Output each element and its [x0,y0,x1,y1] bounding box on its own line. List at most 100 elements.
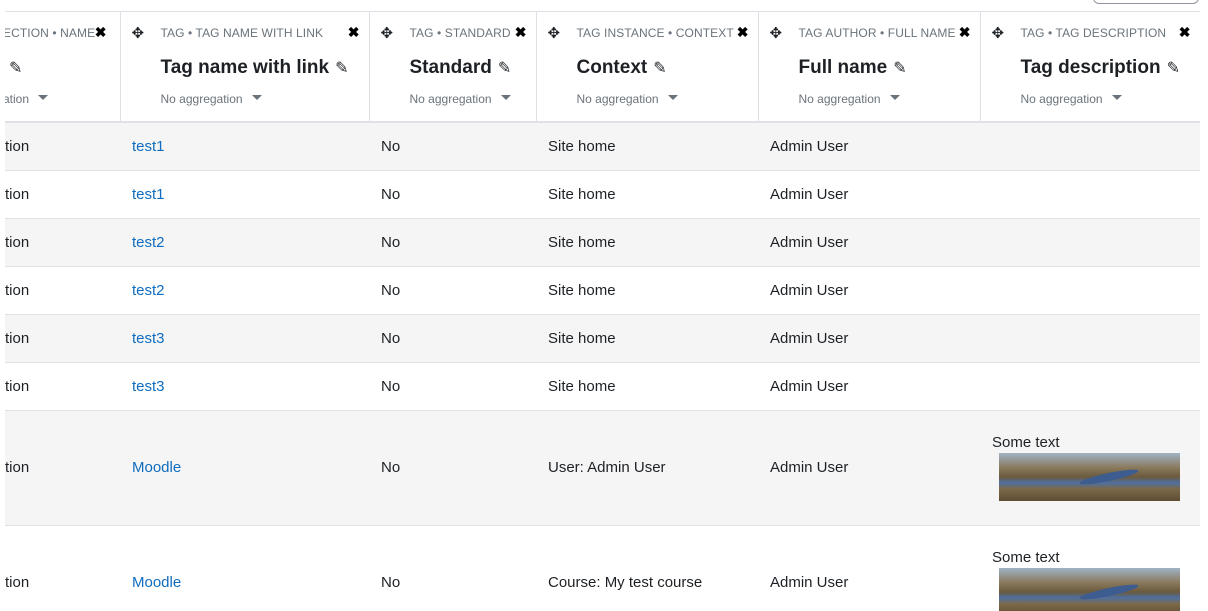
cell-context: Site home [536,362,758,411]
close-icon[interactable]: ✖ [348,25,360,39]
cell-section: tion [5,314,120,363]
cell-description: Some text [980,410,1200,526]
header-row: ECTION • NAME ✖ ✎ ation ✥ TAG • TAG NAME… [5,11,1200,123]
column-title[interactable]: Standard ✎ [410,57,512,79]
caret-down-icon [500,95,511,101]
cell-author: Admin User [758,362,980,411]
pencil-icon[interactable]: ✎ [498,60,511,77]
column-title-text: Context [576,57,648,78]
cell-tag: test1 [120,170,369,219]
close-icon[interactable]: ✖ [737,25,749,39]
column-title[interactable]: Tag name with link ✎ [161,57,349,79]
pencil-icon[interactable]: ✎ [1167,60,1180,77]
arrows-move-icon[interactable]: ✥ [992,26,1005,41]
pencil-icon[interactable]: ✎ [335,60,348,77]
aggregation-select[interactable]: No aggregation [799,92,900,106]
column-category: TAG INSTANCE • CONTEXT [576,26,734,40]
cell-description [980,266,1200,315]
cell-description [980,314,1200,363]
column-title[interactable]: Context ✎ [577,57,667,79]
cell-standard: No [369,362,536,411]
description-text: Some text [992,434,1060,451]
cell-section: tion [5,121,120,171]
close-icon[interactable]: ✖ [515,25,527,39]
landscape-image [999,453,1180,501]
pencil-icon[interactable]: ✎ [653,60,666,77]
close-icon[interactable]: ✖ [1179,25,1191,39]
tag-link[interactable]: test3 [132,378,165,395]
arrows-move-icon[interactable]: ✥ [132,26,145,41]
aggregation-label: No aggregation [576,92,659,106]
aggregation-select[interactable]: No aggregation [410,92,511,106]
tag-link[interactable]: test2 [132,282,165,299]
cell-description [980,218,1200,267]
table-row: tion test2 No Site home Admin User [5,266,1200,315]
caret-down-icon [38,95,49,101]
table-row: tion Moodle No User: Admin User Admin Us… [5,410,1200,526]
tag-link[interactable]: test2 [132,234,165,251]
table-row: tion test1 No Site home Admin User [5,170,1200,219]
cell-author: Admin User [758,218,980,267]
close-icon[interactable]: ✖ [959,25,971,39]
column-title[interactable]: ✎ [5,57,22,79]
arrows-move-icon[interactable]: ✥ [548,26,561,41]
cell-tag: Moodle [120,410,369,526]
cell-section: tion [5,266,120,315]
cell-author: Admin User [758,314,980,363]
column-header-standard: ✥ TAG • STANDARD ✖ Standard ✎ No aggregat… [369,11,537,123]
column-category: ECTION • NAME [5,26,96,40]
arrows-move-icon[interactable]: ✥ [381,26,394,41]
column-category: TAG • STANDARD [409,26,511,40]
cell-standard: No [369,121,536,171]
cell-description [980,362,1200,411]
cell-standard: No [369,314,536,363]
cell-tag: test2 [120,218,369,267]
report-table: ECTION • NAME ✖ ✎ ation ✥ TAG • TAG NAME… [5,11,1200,611]
report-table-container: ECTION • NAME ✖ ✎ ation ✥ TAG • TAG NAME… [5,11,1200,611]
description-text: Some text [992,549,1060,566]
tag-link[interactable]: Moodle [132,574,181,591]
column-title-text: Tag description [1020,57,1161,78]
column-category: TAG AUTHOR • FULL NAME [798,26,956,40]
aggregation-select[interactable]: No aggregation [161,92,262,106]
top-right-button[interactable] [1093,0,1199,4]
aggregation-label: No aggregation [1020,92,1103,106]
cell-standard: No [369,170,536,219]
landscape-image [999,568,1180,611]
aggregation-label: No aggregation [160,92,243,106]
aggregation-label: ation [5,92,30,106]
cell-section: tion [5,525,120,611]
cell-context: Site home [536,314,758,363]
close-icon[interactable]: ✖ [95,25,107,39]
cell-description [980,121,1200,171]
column-header-full-name: ✥ TAG AUTHOR • FULL NAME ✖ Full name ✎ No… [758,11,981,123]
aggregation-select[interactable]: No aggregation [1021,92,1122,106]
column-category: TAG • TAG NAME WITH LINK [160,26,324,40]
cell-context: Site home [536,218,758,267]
cell-context: Course: My test course [536,525,758,611]
tag-link[interactable]: test1 [132,186,165,203]
tag-link[interactable]: Moodle [132,459,181,476]
tag-link[interactable]: test1 [132,138,165,155]
column-header-context: ✥ TAG INSTANCE • CONTEXT ✖ Context ✎ No a… [536,11,759,123]
pencil-icon[interactable]: ✎ [893,60,906,77]
aggregation-select[interactable]: No aggregation [577,92,678,106]
cell-standard: No [369,410,536,526]
tag-link[interactable]: test3 [132,330,165,347]
pencil-icon[interactable]: ✎ [9,60,22,77]
column-title[interactable]: Full name ✎ [799,57,907,79]
column-title[interactable]: Tag description ✎ [1021,57,1180,79]
caret-down-icon [1111,95,1122,101]
cell-standard: No [369,525,536,611]
table-row: tion Moodle No Course: My test course Ad… [5,525,1200,611]
arrows-move-icon[interactable]: ✥ [770,26,783,41]
cell-standard: No [369,266,536,315]
aggregation-select[interactable]: ation [5,92,49,106]
cell-standard: No [369,218,536,267]
cell-tag: test3 [120,314,369,363]
cell-section: tion [5,410,120,526]
cell-author: Admin User [758,170,980,219]
table-row: tion test2 No Site home Admin User [5,218,1200,267]
cell-tag: Moodle [120,525,369,611]
column-header-tag-description: ✥ TAG • TAG DESCRIPTION ✖ Tag descriptio… [980,11,1200,123]
